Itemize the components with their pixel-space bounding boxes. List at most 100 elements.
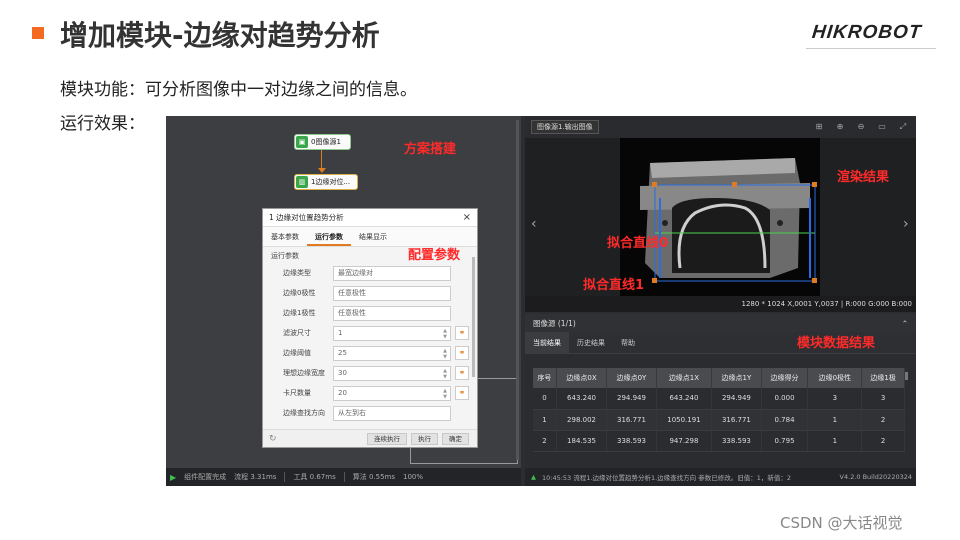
column-header[interactable]: 边缘点0X (556, 368, 608, 388)
collapse-icon[interactable]: ⌃ (902, 319, 908, 328)
zoom-level: 100% (403, 473, 424, 481)
zoom-in-icon[interactable]: ⊕ (833, 121, 847, 133)
results-header: 图像源 (1/1) ⌃ (525, 314, 916, 332)
param-row-edge0-polarity: 边缘0极性 任意极性 (263, 283, 477, 303)
spin-arrows-icon[interactable]: ▲ ▼ (443, 348, 447, 360)
hikrobot-logo: HIKROBOT (810, 22, 923, 43)
edge0-polarity-select[interactable]: 任意极性 (333, 285, 451, 301)
dialog-scrollbar[interactable] (472, 257, 475, 377)
footer-credit: CSDN @大话视觉 (780, 514, 903, 532)
edge-threshold-stepper[interactable]: 25 ▲ ▼ (333, 345, 451, 361)
dialog-header: 1 边缘对位置趋势分析 × (263, 209, 477, 227)
column-header[interactable]: 序号 (533, 368, 557, 388)
column-header[interactable]: 边缘1极 (861, 368, 905, 388)
part-image (620, 138, 820, 296)
table-cell: 184.535 (556, 430, 608, 452)
refresh-icon[interactable]: ↻ (269, 434, 277, 444)
status-bar-left: ▶ 组件配置完成 流程 3.31ms 工具 0.67ms 算法 0.55ms 1… (166, 468, 521, 486)
param-label: 理想边缘宽度 (283, 369, 325, 377)
param-value: 任意极性 (338, 308, 366, 317)
param-value: 1 (338, 328, 343, 337)
table-row[interactable]: 0 643.240 294.949 643.240 294.949 0.000 … (533, 388, 905, 410)
fullscreen-icon[interactable]: ⤢ (896, 121, 910, 133)
prev-image-icon[interactable]: ‹ (531, 216, 537, 232)
param-row-filter-size: 滤波尺寸 1 ▲ ▼ ⚭ (263, 323, 477, 343)
spin-arrows-icon[interactable]: ▲ ▼ (443, 388, 447, 400)
table-cell: 643.240 (556, 388, 608, 410)
zoom-out-icon[interactable]: ⊖ (854, 121, 868, 133)
link-icon[interactable]: ⚭ (455, 366, 469, 380)
close-icon[interactable]: × (463, 212, 471, 223)
tab-result-display[interactable]: 结果显示 (351, 227, 395, 246)
tab-run-params[interactable]: 运行参数 (307, 227, 351, 246)
table-cell: 1 (533, 409, 557, 431)
tab-current-results[interactable]: 当前结果 (525, 332, 569, 353)
node-label: 1边缘对位... (311, 178, 351, 186)
spin-arrows-icon[interactable]: ▲ ▼ (443, 368, 447, 380)
param-row-caliper-count: 卡尺数量 20 ▲ ▼ ⚭ (263, 383, 477, 403)
search-direction-select[interactable]: 从左到右 (333, 405, 451, 421)
fit-icon[interactable]: ⊞ (812, 121, 826, 133)
run-button[interactable]: 执行 (411, 432, 438, 445)
flow-node-edge-pair[interactable]: ▥ 1边缘对位... (294, 174, 358, 190)
ideal-width-stepper[interactable]: 30 ▲ ▼ (333, 365, 451, 381)
play-icon[interactable]: ▶ (170, 473, 176, 482)
tab-history-results[interactable]: 历史结果 (569, 332, 613, 353)
table-row[interactable]: 2 184.535 338.593 947.298 338.593 0.795 … (533, 430, 905, 452)
filter-size-stepper[interactable]: 1 ▲ ▼ (333, 325, 451, 341)
table-cell: 0.784 (761, 409, 809, 431)
link-icon[interactable]: ⚭ (455, 346, 469, 360)
column-header[interactable]: 边缘0极性 (807, 368, 863, 388)
node-label: 0图像源1 (311, 138, 341, 146)
continuous-run-button[interactable]: 连续执行 (367, 432, 407, 445)
link-icon[interactable]: ⚭ (455, 386, 469, 400)
results-title: 图像源 (1/1) (533, 318, 576, 328)
status-bar-right: ▲ 10:45:53 流程1.边缘对位置趋势分析1.边缘查找方向 参数已修改。旧… (525, 468, 916, 486)
edge-type-select[interactable]: 最宽边缘对 (333, 265, 451, 281)
canvas-scrollbar[interactable] (516, 120, 519, 460)
flow-canvas[interactable]: ▣ 0图像源1 ▥ 1边缘对位... 方案搭建 1 边缘对位置趋势分析 × 基本… (166, 116, 521, 468)
link-icon[interactable]: ⚭ (455, 326, 469, 340)
image-toolbar: 图像源1.输出图像 ⊞ ⊕ ⊖ ▭ ⤢ (525, 116, 916, 138)
image-source-select[interactable]: 图像源1.输出图像 (531, 120, 599, 134)
param-row-edge-threshold: 边缘阈值 25 ▲ ▼ ⚭ (263, 343, 477, 363)
table-cell: 316.771 (606, 409, 657, 431)
column-header[interactable]: 边缘点1Y (711, 368, 762, 388)
annotation-data: 模块数据结果 (797, 336, 876, 351)
divider (343, 472, 345, 482)
image-info-bar: 1280 * 1024 X,0001 Y,0037 | R:000 G:000 … (525, 296, 916, 312)
column-header[interactable]: 边缘点1X (656, 368, 713, 388)
spin-arrows-icon[interactable]: ▲ ▼ (443, 328, 447, 340)
tab-help[interactable]: 帮助 (613, 332, 643, 353)
param-label: 边缘类型 (283, 269, 311, 277)
table-cell: 1050.191 (656, 409, 713, 431)
param-label: 边缘阈值 (283, 349, 311, 357)
next-image-icon[interactable]: › (903, 216, 909, 232)
table-cell: 0 (533, 388, 557, 410)
table-scrollbar[interactable] (905, 372, 908, 380)
annotation-render: 渲染结果 (837, 170, 890, 185)
table-cell: 294.949 (711, 388, 762, 410)
table-cell: 298.002 (556, 409, 608, 431)
tab-basic-params[interactable]: 基本参数 (263, 227, 307, 246)
annotation-line1: 拟合直线1 (583, 278, 645, 293)
column-header[interactable]: 边缘点0Y (606, 368, 657, 388)
table-header-row: 序号 边缘点0X 边缘点0Y 边缘点1X 边缘点1Y 边缘得分 边缘0极性 边缘… (533, 368, 905, 388)
table-cell: 2 (861, 409, 905, 431)
results-panel: 图像源 (1/1) ⌃ 当前结果 历史结果 帮助 模块数据结果 序号 边缘点0X… (525, 314, 916, 486)
image-source-icon: ▣ (296, 136, 308, 148)
table-cell: 3 (861, 388, 905, 410)
annotation-scheme: 方案搭建 (404, 142, 457, 157)
result-image[interactable] (620, 138, 820, 296)
param-value: 从左到右 (338, 408, 366, 417)
actual-size-icon[interactable]: ▭ (875, 121, 889, 133)
table-row[interactable]: 1 298.002 316.771 1050.191 316.771 0.784… (533, 409, 905, 431)
ok-button[interactable]: 确定 (442, 432, 469, 445)
flow-node-image-source[interactable]: ▣ 0图像源1 (294, 134, 351, 150)
column-header[interactable]: 边缘得分 (761, 368, 809, 388)
dialog-title: 1 边缘对位置趋势分析 (269, 213, 344, 222)
param-value: 20 (338, 388, 347, 397)
caliper-count-stepper[interactable]: 20 ▲ ▼ (333, 385, 451, 401)
warning-icon: ▲ (531, 473, 536, 481)
edge1-polarity-select[interactable]: 任意极性 (333, 305, 451, 321)
